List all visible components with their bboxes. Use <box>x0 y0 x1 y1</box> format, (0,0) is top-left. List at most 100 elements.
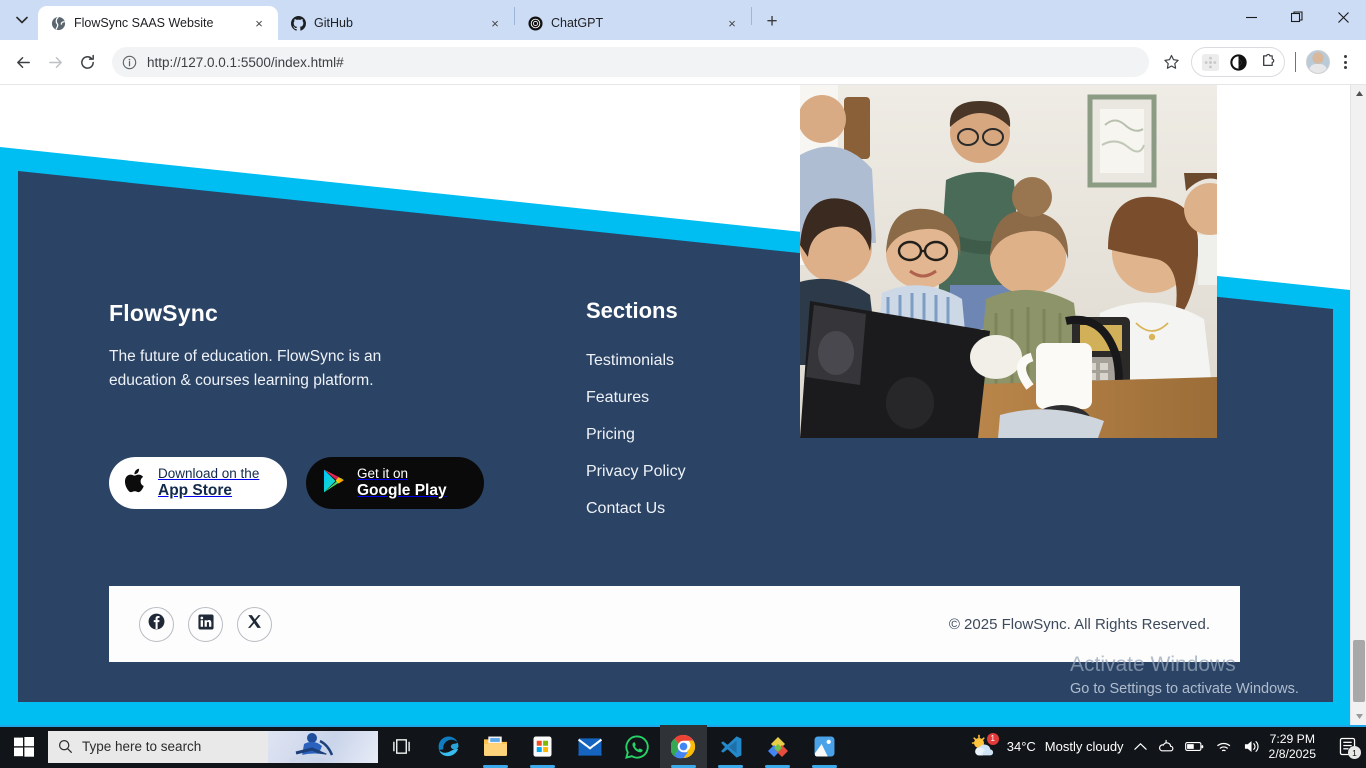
window-controls <box>1228 0 1366 34</box>
tab-flowsync[interactable]: FlowSync SAAS Website × <box>38 6 278 40</box>
x-twitter-link[interactable] <box>237 606 272 642</box>
volume-icon[interactable] <box>1243 739 1260 754</box>
list-item: Contact Us <box>586 496 686 521</box>
reload-icon[interactable] <box>72 47 102 77</box>
linkedin-icon <box>197 613 214 635</box>
wifi-icon[interactable] <box>1215 740 1232 754</box>
google-play-button[interactable]: Get it on Google Play <box>306 457 484 509</box>
minimize-button[interactable] <box>1228 0 1274 34</box>
tab-strip: FlowSync SAAS Website × GitHub × ChatGPT <box>0 0 1366 40</box>
tab-close-icon[interactable]: × <box>723 14 741 32</box>
weather-badge: 1 <box>986 732 999 745</box>
edge-icon[interactable] <box>425 725 472 768</box>
google-play-icon <box>322 468 346 499</box>
sections-link-list: Testimonials Features Pricing Privacy Po… <box>586 348 686 521</box>
tab-close-icon[interactable]: × <box>486 14 504 32</box>
list-item: Privacy Policy <box>586 459 686 484</box>
scrollbar-thumb[interactable] <box>1353 640 1365 702</box>
sections-link-testimonials[interactable]: Testimonials <box>586 352 674 369</box>
toolbar-divider <box>1295 52 1296 72</box>
facebook-link[interactable] <box>139 606 174 642</box>
forward-icon[interactable] <box>40 47 70 77</box>
tab-title: ChatGPT <box>551 16 604 30</box>
puzzle-extension-icon[interactable] <box>1254 50 1278 74</box>
footer-brand: FlowSync <box>109 300 218 326</box>
browser-menu-icon[interactable] <box>1332 47 1358 77</box>
globe-icon <box>50 15 66 31</box>
battery-icon[interactable] <box>1184 740 1204 753</box>
footer-section: FlowSync The future of education. FlowSy… <box>0 85 1350 725</box>
dark-reader-extension-icon[interactable] <box>1226 50 1250 74</box>
x-twitter-icon <box>247 614 262 634</box>
chevron-up-icon[interactable] <box>1133 742 1147 751</box>
notification-badge-count: 1 <box>1348 746 1361 759</box>
facebook-icon <box>148 613 165 635</box>
system-tray <box>1133 739 1269 754</box>
grid-extension-icon[interactable] <box>1198 50 1222 74</box>
tab-divider <box>751 7 752 25</box>
search-input[interactable]: Type here to search <box>48 730 378 763</box>
apple-icon <box>124 468 147 499</box>
scroll-down-arrow-icon[interactable] <box>1351 708 1366 725</box>
footer-bottom-bar: © 2025 FlowSync. All Rights Reserved. <box>109 586 1240 662</box>
sections-link-features[interactable]: Features <box>586 389 649 406</box>
bookmark-star-icon[interactable] <box>1157 48 1185 76</box>
url-text[interactable]: http://127.0.0.1:5500/index.html# <box>147 55 1139 70</box>
taskbar-clock[interactable]: 7:29 PM 2/8/2025 <box>1269 732 1328 762</box>
browser-window: FlowSync SAAS Website × GitHub × ChatGPT <box>0 0 1366 768</box>
microsoft-store-icon[interactable] <box>519 725 566 768</box>
copyright-text: © 2025 FlowSync. All Rights Reserved. <box>948 615 1210 633</box>
sections-link-contact-us[interactable]: Contact Us <box>586 500 665 517</box>
start-button[interactable] <box>0 725 48 768</box>
file-explorer-icon[interactable] <box>472 725 519 768</box>
tab-search-icon[interactable] <box>8 6 36 34</box>
site-info-icon[interactable] <box>122 55 137 70</box>
page-viewport: FlowSync The future of education. FlowSy… <box>0 85 1366 725</box>
app-store-bottom-label: App Store <box>158 481 233 499</box>
profile-avatar[interactable] <box>1306 50 1330 74</box>
google-play-top-label: Get it on <box>357 466 409 482</box>
scroll-up-arrow-icon[interactable] <box>1351 85 1366 102</box>
tab-github[interactable]: GitHub × <box>278 6 514 40</box>
whatsapp-icon[interactable] <box>613 725 660 768</box>
mail-icon[interactable] <box>566 725 613 768</box>
weather-widget[interactable]: 1 34°C Mostly cloudy <box>970 732 1134 760</box>
google-play-bottom-label: Google Play <box>357 481 447 499</box>
photos-icon[interactable] <box>801 725 848 768</box>
notification-center-button[interactable]: 1 <box>1328 725 1366 768</box>
close-window-button[interactable] <box>1320 0 1366 34</box>
windows-taskbar: Type here to search 1 34°C Mostly cloudy… <box>0 725 1366 768</box>
tab-close-icon[interactable]: × <box>250 14 268 32</box>
back-icon[interactable] <box>8 47 38 77</box>
tab-title: FlowSync SAAS Website <box>74 16 214 30</box>
footer-tagline: The future of education. FlowSync is an … <box>109 348 382 389</box>
vscode-icon[interactable] <box>707 725 754 768</box>
taskbar-app-icons <box>378 725 848 768</box>
tab-chatgpt[interactable]: ChatGPT × <box>515 6 751 40</box>
onedrive-icon[interactable] <box>1158 739 1174 754</box>
weather-condition: Mostly cloudy <box>1044 739 1124 754</box>
page-scrollbar[interactable] <box>1350 85 1366 725</box>
sections-link-privacy-policy[interactable]: Privacy Policy <box>586 463 686 480</box>
sections-link-pricing[interactable]: Pricing <box>586 426 635 443</box>
search-icon <box>58 739 73 754</box>
list-item: Testimonials <box>586 348 686 373</box>
app-store-button[interactable]: Download on the App Store <box>109 457 287 509</box>
diamond-icon[interactable] <box>754 725 801 768</box>
address-bar[interactable]: http://127.0.0.1:5500/index.html# <box>112 47 1149 77</box>
search-highlight-image <box>268 730 378 763</box>
maximize-restore-button[interactable] <box>1274 0 1320 34</box>
weather-temperature: 34°C <box>1006 739 1036 754</box>
linkedin-link[interactable] <box>188 606 223 642</box>
chrome-icon[interactable] <box>660 725 707 768</box>
footer-sections-column: Sections Testimonials Features Pricing P… <box>586 298 686 533</box>
app-store-top-label: Download on the <box>158 466 260 482</box>
sun-cloud-icon: 1 <box>970 732 999 760</box>
team-photo <box>800 85 1217 438</box>
task-view-icon[interactable] <box>378 725 425 768</box>
social-links <box>139 606 272 642</box>
list-item: Pricing <box>586 422 686 447</box>
clock-time: 7:29 PM <box>1269 731 1315 746</box>
new-tab-button[interactable]: + <box>758 8 786 36</box>
list-item: Features <box>586 385 686 410</box>
